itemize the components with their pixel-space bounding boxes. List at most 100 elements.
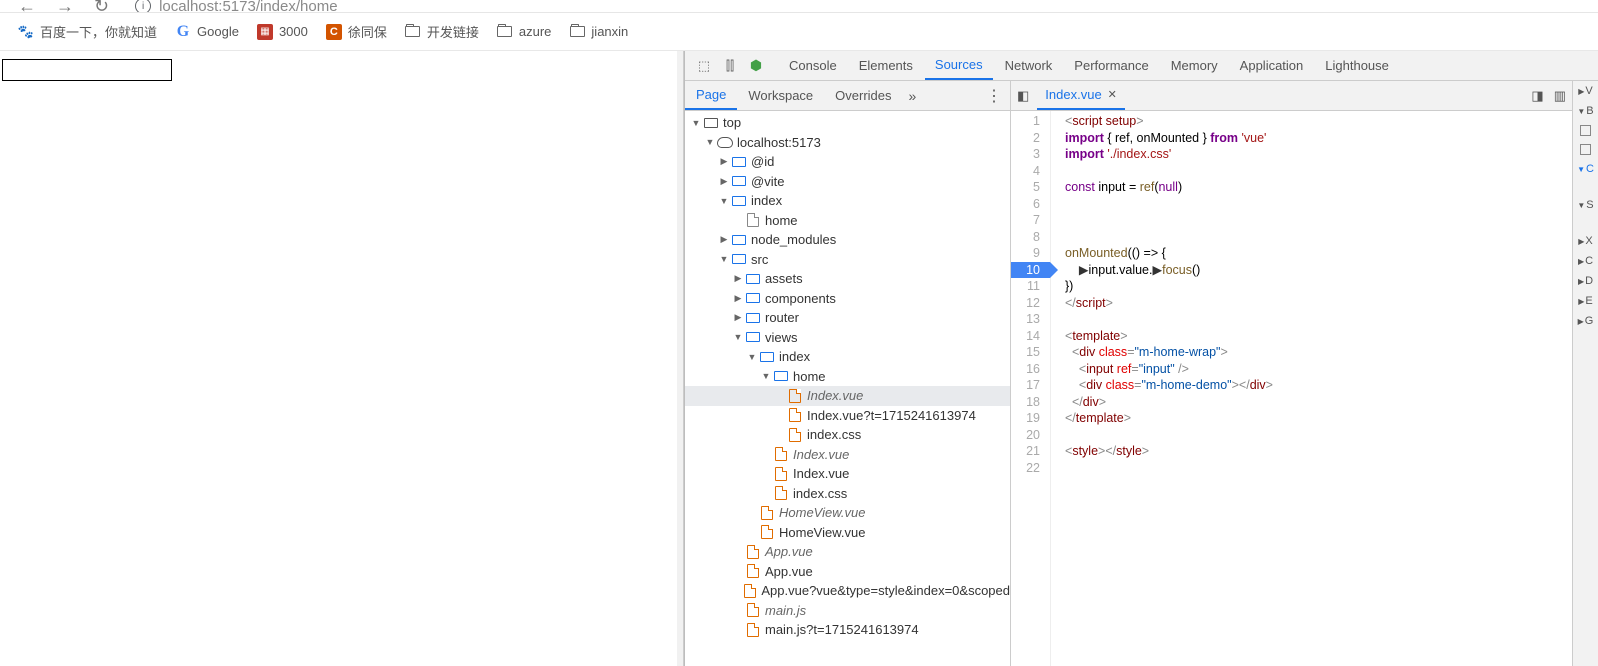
code-line[interactable] (1065, 212, 1572, 229)
line-number[interactable]: 5 (1011, 179, 1040, 196)
line-number[interactable]: 15 (1011, 344, 1040, 361)
bookmark-item[interactable]: ▦3000 (257, 24, 308, 40)
tree-item[interactable]: ▶node_modules (685, 230, 1010, 250)
code-line[interactable] (1065, 229, 1572, 246)
address-bar[interactable]: i localhost:5173/index/home (135, 0, 337, 13)
tree-item[interactable]: index.css (685, 425, 1010, 445)
code-line[interactable]: import { ref, onMounted } from 'vue' (1065, 130, 1572, 147)
sidebar-section[interactable]: ▼C (1577, 163, 1594, 175)
code-line[interactable] (1065, 163, 1572, 180)
toggle-split-icon[interactable]: ▥ (1554, 88, 1566, 104)
sidebar-section[interactable]: ▼B (1577, 105, 1593, 117)
tree-item[interactable]: ▶router (685, 308, 1010, 328)
disclosure-icon[interactable]: ▼ (691, 118, 701, 128)
tab-memory[interactable]: Memory (1161, 51, 1228, 80)
tree-item[interactable]: index.css (685, 484, 1010, 504)
file-tree[interactable]: ▼top▼localhost:5173▶@id▶@vite▼indexhome▶… (685, 111, 1010, 666)
tree-item[interactable]: ▶assets (685, 269, 1010, 289)
code-line[interactable]: </div> (1065, 394, 1572, 411)
debugger-sidebar[interactable]: ▶V ▼B ▼C ▼S ▶X▶C▶D▶E▶G (1572, 81, 1598, 666)
kebab-menu-icon[interactable]: ⋮ (986, 86, 1002, 106)
disclosure-icon[interactable]: ▶ (733, 273, 743, 284)
line-number[interactable]: 10 (1011, 262, 1050, 279)
line-number[interactable]: 6 (1011, 196, 1040, 213)
line-number[interactable]: 13 (1011, 311, 1040, 328)
sources-tab-page[interactable]: Page (685, 81, 737, 110)
bookmark-item[interactable]: 🐾百度一下，你就知道 (18, 22, 157, 41)
disclosure-icon[interactable]: ▼ (733, 332, 743, 342)
code-line[interactable]: <div class="m-home-wrap"> (1065, 344, 1572, 361)
code-line[interactable] (1065, 196, 1572, 213)
tab-network[interactable]: Network (995, 51, 1063, 80)
line-number[interactable]: 9 (1011, 245, 1040, 262)
line-number[interactable]: 12 (1011, 295, 1040, 312)
site-info-icon[interactable]: i (135, 0, 151, 13)
inspect-icon[interactable]: ⬚ (693, 58, 715, 74)
tree-item[interactable]: Index.vue (685, 445, 1010, 465)
sidebar-section[interactable]: ▶X (1578, 235, 1593, 247)
code-line[interactable] (1065, 311, 1572, 328)
tree-item[interactable]: ▶@vite (685, 172, 1010, 192)
code-line[interactable]: <template> (1065, 328, 1572, 345)
code-line[interactable]: <style></style> (1065, 443, 1572, 460)
bookmark-item[interactable]: jianxin (569, 24, 628, 40)
tree-item[interactable]: ▼localhost:5173 (685, 133, 1010, 153)
tree-item[interactable]: App.vue (685, 542, 1010, 562)
toggle-navigator-icon[interactable]: ◧ (1017, 88, 1029, 104)
back-icon[interactable]: ← (18, 0, 36, 13)
close-icon[interactable]: ✕ (1108, 88, 1117, 101)
code-line[interactable]: import './index.css' (1065, 146, 1572, 163)
tree-item[interactable]: ▼top (685, 113, 1010, 133)
file-tab-index-vue[interactable]: Index.vue ✕ (1037, 81, 1125, 110)
disclosure-icon[interactable]: ▶ (733, 312, 743, 323)
tree-item[interactable]: Index.vue (685, 386, 1010, 406)
code-line[interactable]: </script> (1065, 295, 1572, 312)
code-line[interactable] (1065, 427, 1572, 444)
tree-item[interactable]: Index.vue (685, 464, 1010, 484)
bookmark-item[interactable]: azure (497, 24, 552, 40)
disclosure-icon[interactable]: ▼ (761, 371, 771, 381)
tree-item[interactable]: main.js?t=1715241613974 (685, 620, 1010, 640)
line-number[interactable]: 19 (1011, 410, 1040, 427)
sidebar-section[interactable]: ▶V (1578, 85, 1593, 97)
sources-tab-workspace[interactable]: Workspace (737, 81, 824, 110)
device-icon[interactable]: ⫿⫿ (719, 58, 741, 74)
tree-item[interactable]: home (685, 211, 1010, 231)
code-line[interactable] (1065, 460, 1572, 477)
sidebar-section[interactable]: ▶G (1578, 315, 1594, 327)
tree-item[interactable]: HomeView.vue (685, 503, 1010, 523)
line-number[interactable]: 7 (1011, 212, 1040, 229)
tab-sources[interactable]: Sources (925, 51, 993, 80)
disclosure-icon[interactable]: ▼ (747, 352, 757, 362)
disclosure-icon[interactable]: ▶ (719, 176, 729, 187)
bookmark-item[interactable]: GGoogle (175, 24, 239, 40)
sidebar-section[interactable]: ▼S (1577, 199, 1593, 211)
tree-item[interactable]: ▼index (685, 347, 1010, 367)
disclosure-icon[interactable]: ▶ (733, 293, 743, 304)
disclosure-icon[interactable]: ▼ (719, 196, 729, 206)
tree-item[interactable]: ▶components (685, 289, 1010, 309)
sidebar-section[interactable]: ▶C (1578, 255, 1593, 267)
tree-item[interactable]: Index.vue?t=1715241613974 (685, 406, 1010, 426)
disclosure-icon[interactable]: ▼ (705, 137, 715, 147)
code-line[interactable]: <input ref="input" /> (1065, 361, 1572, 378)
scrollbar[interactable] (677, 51, 683, 666)
reload-icon[interactable]: ↻ (94, 0, 109, 13)
disclosure-icon[interactable]: ▶ (719, 234, 729, 245)
code-editor[interactable]: 12345678910111213141516171819202122 <scr… (1011, 111, 1572, 666)
line-number[interactable]: 1 (1011, 113, 1040, 130)
line-number[interactable]: 20 (1011, 427, 1040, 444)
tree-item[interactable]: ▼index (685, 191, 1010, 211)
forward-icon[interactable]: → (56, 0, 74, 13)
code-line[interactable]: <script setup> (1065, 113, 1572, 130)
tree-item[interactable]: ▶@id (685, 152, 1010, 172)
disclosure-icon[interactable]: ▼ (719, 254, 729, 264)
disclosure-icon[interactable]: ▶ (719, 156, 729, 167)
tree-item[interactable]: App.vue (685, 562, 1010, 582)
bookmark-item[interactable]: C徐同保 (326, 22, 387, 41)
line-number[interactable]: 4 (1011, 163, 1040, 180)
code-line[interactable]: onMounted(() => { (1065, 245, 1572, 262)
sources-tab-overrides[interactable]: Overrides (824, 81, 902, 110)
bookmark-item[interactable]: 开发链接 (405, 22, 479, 41)
tree-item[interactable]: ▼views (685, 328, 1010, 348)
